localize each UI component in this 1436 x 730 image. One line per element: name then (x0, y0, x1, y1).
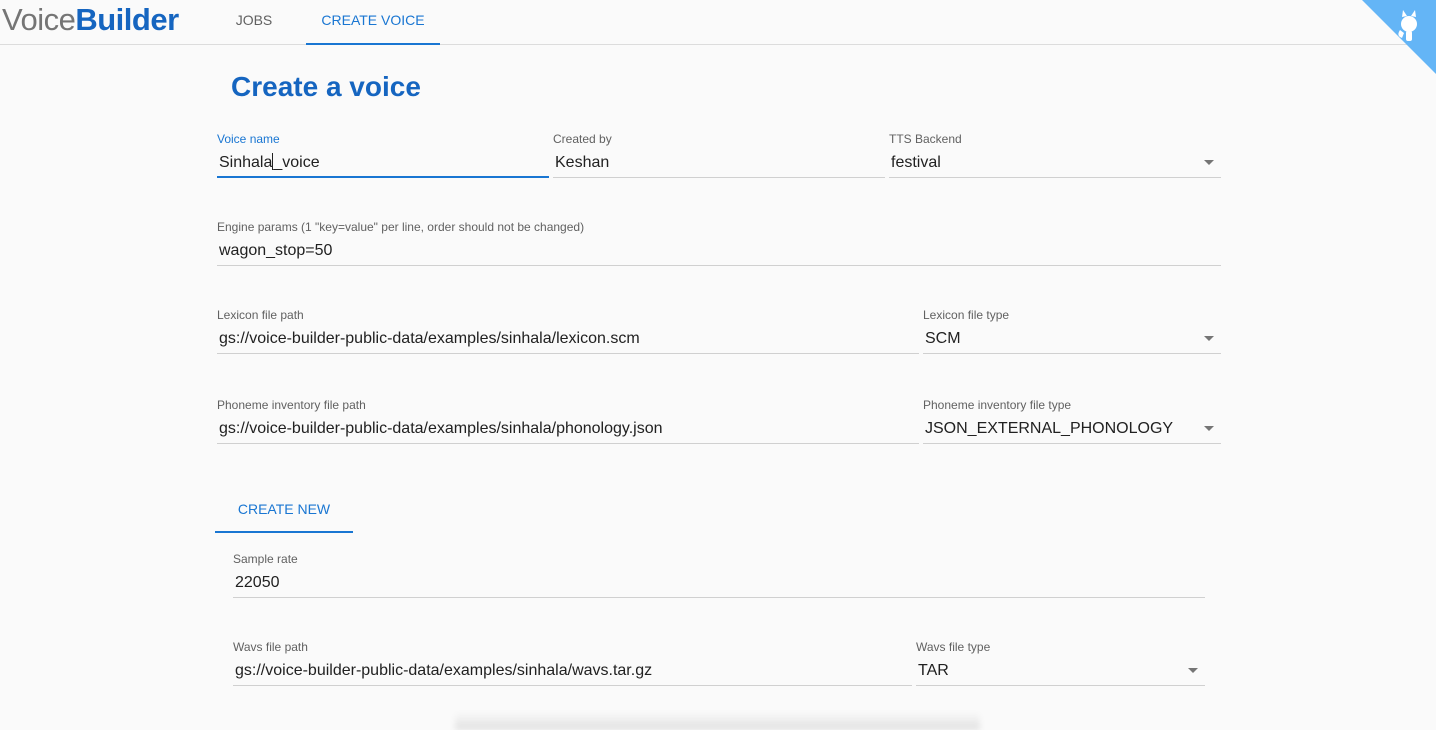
tts-backend-select[interactable]: TTS Backend festival (889, 132, 1221, 178)
wavs-type-label: Wavs file type (916, 640, 991, 654)
created-by-input[interactable]: Keshan (555, 153, 609, 173)
page-title: Create a voice (231, 71, 421, 102)
engine-params-input[interactable]: wagon_stop=50 (219, 241, 332, 261)
phoneme-type-underline (923, 443, 1221, 444)
lexicon-type-value[interactable]: SCM (925, 329, 961, 349)
created-by-field[interactable]: Created by Keshan (553, 132, 885, 178)
nav-tab-jobs[interactable]: JOBS (219, 0, 289, 45)
lexicon-type-label: Lexicon file type (923, 308, 1010, 322)
wavs-path-input[interactable]: gs://voice-builder-public-data/examples/… (235, 661, 652, 681)
wavs-path-label: Wavs file path (233, 640, 308, 654)
logo-text-voice: Voice (2, 2, 76, 37)
nav-tab-create-voice[interactable]: CREATE VOICE (306, 0, 440, 45)
sample-rate-underline (233, 597, 1205, 598)
lexicon-path-label: Lexicon file path (217, 308, 304, 322)
sample-rate-field[interactable]: Sample rate 22050 (233, 552, 1205, 598)
lexicon-type-underline (923, 353, 1221, 354)
voice-name-field[interactable]: Voice name Sinhala_voice (217, 132, 549, 178)
created-by-label: Created by (553, 132, 612, 146)
voice-name-label: Voice name (217, 132, 280, 146)
dropdown-arrow-icon[interactable] (1204, 426, 1214, 431)
top-app-bar: VoiceBuilder JOBS CREATE VOICE (0, 0, 1436, 45)
lexicon-path-input[interactable]: gs://voice-builder-public-data/examples/… (219, 329, 640, 349)
phoneme-type-select[interactable]: Phoneme inventory file type JSON_EXTERNA… (923, 398, 1221, 444)
tts-backend-value[interactable]: festival (891, 153, 941, 173)
voice-name-input[interactable]: Sinhala_voice (219, 153, 320, 173)
phoneme-type-label: Phoneme inventory file type (923, 398, 1072, 412)
lexicon-path-underline (217, 353, 919, 354)
app-logo[interactable]: VoiceBuilder (2, 2, 179, 38)
voice-name-underline (217, 176, 549, 178)
created-by-underline (553, 177, 885, 178)
engine-params-field[interactable]: Engine params (1 "key=value" per line, o… (217, 220, 1221, 266)
phoneme-path-label: Phoneme inventory file path (217, 398, 366, 412)
github-corner-icon[interactable] (1362, 0, 1436, 74)
tts-backend-underline (889, 177, 1221, 178)
engine-params-label: Engine params (1 "key=value" per line, o… (217, 220, 585, 234)
phoneme-path-field[interactable]: Phoneme inventory file path gs://voice-b… (217, 398, 919, 444)
wavs-path-field[interactable]: Wavs file path gs://voice-builder-public… (233, 640, 912, 686)
wavs-path-underline (233, 685, 912, 686)
lexicon-path-field[interactable]: Lexicon file path gs://voice-builder-pub… (217, 308, 919, 354)
sample-rate-input[interactable]: 22050 (235, 573, 280, 593)
logo-text-builder: Builder (75, 2, 179, 37)
wavs-type-underline (916, 685, 1205, 686)
voice-name-value-end: _voice (273, 154, 320, 171)
tab-create-new[interactable]: CREATE NEW (215, 490, 353, 533)
tts-backend-label: TTS Backend (889, 132, 962, 146)
phoneme-path-underline (217, 443, 919, 444)
sample-rate-label: Sample rate (233, 552, 298, 566)
dropdown-arrow-icon[interactable] (1188, 668, 1198, 673)
dropdown-arrow-icon[interactable] (1204, 160, 1214, 165)
dropdown-arrow-icon[interactable] (1204, 336, 1214, 341)
phoneme-path-input[interactable]: gs://voice-builder-public-data/examples/… (219, 419, 663, 439)
lexicon-type-select[interactable]: Lexicon file type SCM (923, 308, 1221, 354)
phoneme-type-value[interactable]: JSON_EXTERNAL_PHONOLOGY (925, 419, 1173, 439)
engine-params-underline (217, 265, 1221, 266)
wavs-type-select[interactable]: Wavs file type TAR (916, 640, 1205, 686)
bottom-floating-panel (455, 712, 980, 730)
voice-name-value-start: Sinhala (219, 154, 273, 171)
wavs-type-value[interactable]: TAR (918, 661, 949, 681)
